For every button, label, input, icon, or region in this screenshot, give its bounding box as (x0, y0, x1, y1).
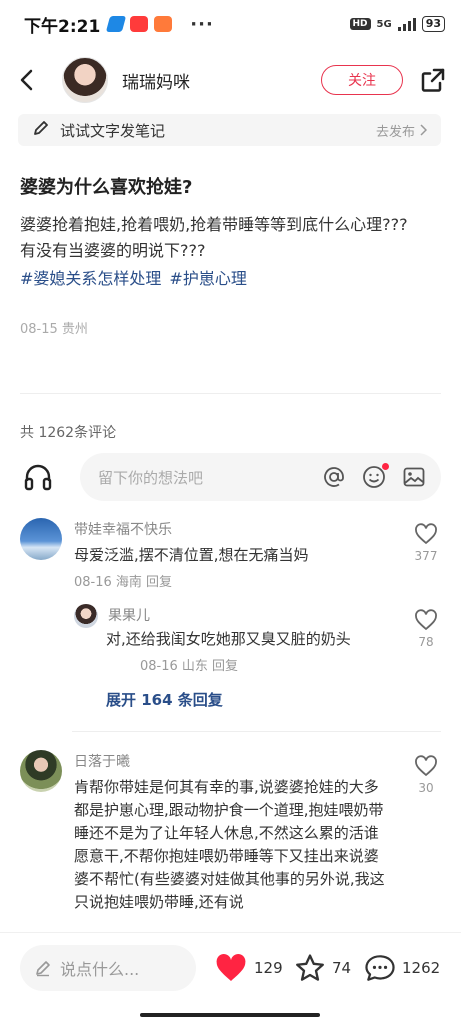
commenter-avatar[interactable] (20, 518, 62, 560)
comment-bubble-icon (365, 955, 395, 981)
note-body: 婆婆抢着抱娃,抢着喂奶,抢着带睡等等到底什么心理??? 有没有当婆婆的明说下??… (20, 212, 440, 264)
image-icon[interactable] (401, 464, 427, 490)
commenter-name[interactable]: 果果儿 (108, 605, 150, 625)
headphone-icon[interactable] (20, 459, 56, 495)
note-body-line: 婆婆抢着抱娃,抢着喂奶,抢着带睡等等到底什么心理??? (20, 215, 408, 234)
share-icon[interactable] (419, 66, 447, 94)
chevron-right-icon (420, 124, 427, 136)
collect-button[interactable]: 74 (294, 945, 351, 991)
write-note-bar[interactable]: 试试文字发笔记 去发布 (18, 114, 441, 146)
bottom-action-bar: 说点什么... 129 74 1262 (0, 932, 461, 1024)
comment-text[interactable]: 母爱泛滥,摆不清位置,想在无痛当妈 (74, 544, 394, 567)
comment-like-button[interactable]: 78 (411, 609, 441, 649)
status-time: 下午2:21 (24, 16, 101, 37)
comment-item: 日落于曦 肯帮你带娃是何其有幸的事,说婆婆抢娃的大多都是护崽心理,跟动物护食一个… (20, 748, 441, 932)
status-indicators: HD 5G 93 (349, 16, 445, 32)
write-note-text: 试试文字发笔记 (60, 121, 166, 140)
status-more-icon: ··· (190, 13, 214, 35)
publish-label: 去发布 (375, 124, 415, 140)
comment-text[interactable]: 肯帮你带娃是何其有幸的事,说婆婆抢娃的大多都是护崽心理,跟动物护食一个道理,抱娃… (74, 776, 388, 914)
pencil-icon (32, 119, 50, 141)
comment-total-count: 1262 (402, 959, 441, 977)
status-app-icons (106, 16, 173, 32)
comment-meta: 08-16 山东 回复 (140, 659, 239, 674)
at-icon[interactable] (321, 464, 347, 490)
follow-button[interactable]: 关注 (321, 65, 403, 95)
comment-reply-item: 果果儿 对,还给我闺女吃她那又臭又脏的奶头 08-16 山东 回复 78 (20, 602, 441, 692)
comment-button[interactable]: 1262 (364, 945, 440, 991)
star-icon (296, 954, 324, 981)
comment-input-tools (321, 463, 427, 490)
app-notification-icon (106, 16, 127, 32)
heart-outline-icon (415, 523, 437, 545)
expand-replies-link[interactable]: 展开 164 条回复 (106, 689, 223, 710)
commenter-avatar[interactable] (74, 604, 98, 628)
status-bar: 下午2:21 ··· HD 5G 93 (0, 0, 461, 48)
like-count: 129 (254, 959, 283, 977)
comment-meta: 08-16 海南 回复 (74, 575, 173, 590)
comment-like-count: 78 (418, 635, 434, 649)
app-notification-icon (130, 16, 149, 32)
note-content: 婆婆为什么喜欢抢娃? 婆婆抢着抱娃,抢着喂奶,抢着带睡等等到底什么心理??? 有… (20, 174, 440, 337)
commenter-name[interactable]: 日落于曦 (74, 751, 130, 771)
comment-input[interactable]: 留下你的想法吧 (80, 453, 441, 501)
say-something-placeholder: 说点什么... (60, 960, 140, 979)
comment-like-button[interactable]: 30 (411, 755, 441, 795)
like-button[interactable]: 129 (214, 945, 283, 991)
commenter-avatar[interactable] (20, 750, 62, 792)
note-header: 瑞瑞妈咪 关注 (0, 48, 461, 112)
note-tags: #婆媳关系怎样处理 #护崽心理 (20, 266, 440, 292)
heart-outline-icon (415, 609, 437, 631)
say-something-input[interactable]: 说点什么... (20, 945, 196, 991)
comment-like-count: 30 (418, 781, 434, 795)
home-indicator[interactable] (140, 1013, 320, 1017)
notification-dot (382, 463, 389, 470)
heart-outline-icon (415, 755, 437, 777)
comment-count: 共 1262条评论 (20, 425, 117, 441)
divider (72, 731, 441, 732)
comment-like-button[interactable]: 377 (411, 523, 441, 563)
author-name[interactable]: 瑞瑞妈咪 (122, 68, 190, 93)
pencil-icon (36, 961, 50, 977)
note-body-line: 有没有当婆婆的明说下??? (20, 241, 206, 260)
divider (20, 393, 441, 394)
comment-input-row: 留下你的想法吧 (20, 452, 441, 502)
note-meta: 08-15 贵州 (20, 322, 88, 337)
emoji-icon[interactable] (361, 463, 389, 490)
battery-icon: 93 (421, 16, 445, 32)
comment-like-count: 377 (414, 549, 438, 563)
heart-filled-icon (216, 954, 246, 981)
app-notification-icon (154, 16, 173, 32)
signal-icon (397, 17, 416, 31)
comment-input-placeholder: 留下你的想法吧 (98, 468, 204, 487)
tag-link[interactable]: #护崽心理 (169, 269, 246, 288)
comment-text[interactable]: 对,还给我闺女吃她那又臭又脏的奶头 (106, 628, 396, 651)
comment-item: 带娃幸福不快乐 母爱泛滥,摆不清位置,想在无痛当妈 08-16 海南 回复 37… (20, 516, 441, 606)
publish-link[interactable]: 去发布 (376, 121, 427, 140)
commenter-name[interactable]: 带娃幸福不快乐 (74, 519, 172, 539)
author-avatar[interactable] (62, 57, 108, 103)
note-title: 婆婆为什么喜欢抢娃? (20, 177, 193, 198)
tag-link[interactable]: #婆媳关系怎样处理 (20, 269, 161, 288)
network-type: 5G (376, 18, 392, 30)
hd-badge: HD (349, 18, 371, 30)
back-icon[interactable] (14, 68, 38, 92)
collect-count: 74 (332, 959, 352, 977)
